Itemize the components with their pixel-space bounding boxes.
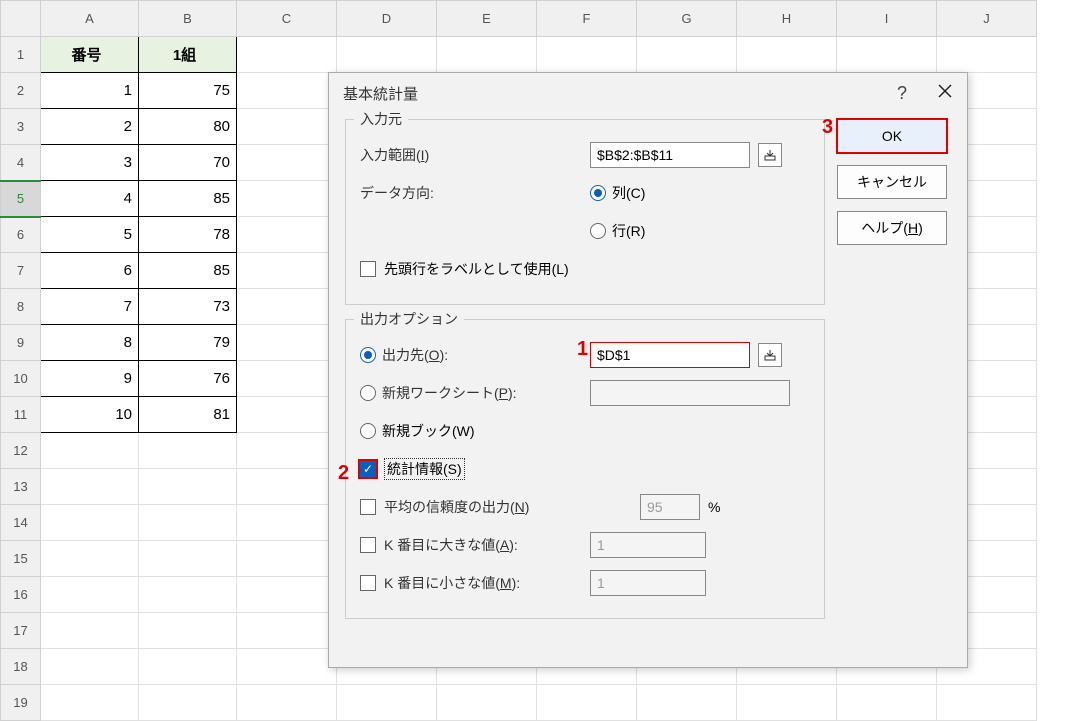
cell-B1[interactable]: 1組 — [139, 37, 237, 73]
dialog-titlebar[interactable]: 基本統計量 ? — [329, 73, 967, 113]
annotation-3: 3 — [822, 116, 833, 139]
row-header[interactable]: 12 — [1, 433, 41, 469]
ok-button[interactable]: OK — [837, 119, 947, 153]
checkbox-kth-smallest[interactable]: K 番目に小さな値(M): — [360, 573, 590, 593]
row-header[interactable]: 19 — [1, 685, 41, 721]
cancel-button[interactable]: キャンセル — [837, 165, 947, 199]
row-header[interactable]: 6 — [1, 217, 41, 253]
checkbox-labels-first-row[interactable]: 先頭行をラベルとして使用(L) — [360, 259, 569, 279]
radio-icon — [360, 385, 376, 401]
row-header[interactable]: 17 — [1, 613, 41, 649]
cell[interactable]: 79 — [139, 325, 237, 361]
checkbox-icon — [360, 261, 376, 277]
dialog-title: 基本統計量 — [343, 83, 897, 104]
checkbox-icon — [360, 499, 376, 515]
radio-new-workbook[interactable]: 新規ブック(W) — [360, 421, 475, 441]
col-header-G[interactable]: G — [637, 1, 737, 37]
annotation-2: 2 — [338, 462, 349, 485]
cell[interactable]: 3 — [41, 145, 139, 181]
cell[interactable]: 85 — [139, 181, 237, 217]
output-destination-field[interactable] — [590, 342, 750, 368]
help-icon[interactable]: ? — [897, 83, 907, 104]
radio-new-worksheet[interactable]: 新規ワークシート(P): — [360, 383, 590, 403]
input-range-label: 入力範囲(I) — [360, 145, 590, 165]
close-icon[interactable] — [937, 83, 953, 104]
row-header[interactable]: 14 — [1, 505, 41, 541]
collapse-range-icon[interactable] — [758, 343, 782, 367]
row-header[interactable]: 16 — [1, 577, 41, 613]
cell[interactable]: 70 — [139, 145, 237, 181]
cell[interactable]: 1 — [41, 73, 139, 109]
radio-icon — [360, 347, 376, 363]
cell[interactable]: 6 — [41, 253, 139, 289]
cell[interactable]: 8 — [41, 325, 139, 361]
row-header[interactable]: 4 — [1, 145, 41, 181]
radio-icon — [590, 185, 606, 201]
col-header-I[interactable]: I — [837, 1, 937, 37]
col-header-B[interactable]: B — [139, 1, 237, 37]
radio-output-destination[interactable]: 出力先(O): — [360, 345, 590, 365]
data-direction-label: データ方向: — [360, 183, 590, 203]
col-header-E[interactable]: E — [437, 1, 537, 37]
row-header[interactable]: 9 — [1, 325, 41, 361]
kth-largest-field[interactable] — [590, 532, 706, 558]
input-group: 入力元 入力範囲(I) データ方向: 列(C) 行(R) 先頭行をラベルとして使… — [345, 119, 825, 305]
radio-rows[interactable]: 行(R) — [590, 221, 645, 241]
col-header-H[interactable]: H — [737, 1, 837, 37]
row-header[interactable]: 10 — [1, 361, 41, 397]
cell[interactable]: 78 — [139, 217, 237, 253]
row-header[interactable]: 3 — [1, 109, 41, 145]
cell[interactable]: 2 — [41, 109, 139, 145]
checkbox-icon — [360, 461, 376, 477]
radio-icon — [360, 423, 376, 439]
row-header[interactable]: 7 — [1, 253, 41, 289]
corner-cell[interactable] — [1, 1, 41, 37]
col-header-F[interactable]: F — [537, 1, 637, 37]
cell[interactable]: 73 — [139, 289, 237, 325]
radio-icon — [590, 223, 606, 239]
cell[interactable]: 10 — [41, 397, 139, 433]
confidence-level-field[interactable] — [640, 494, 700, 520]
collapse-range-icon[interactable] — [758, 143, 782, 167]
checkbox-summary-statistics[interactable]: 統計情報(S) — [360, 458, 465, 480]
checkbox-confidence-level[interactable]: 平均の信頼度の出力(N) — [360, 497, 640, 517]
cell[interactable]: 80 — [139, 109, 237, 145]
cell[interactable]: 75 — [139, 73, 237, 109]
radio-columns[interactable]: 列(C) — [590, 183, 645, 203]
col-header-D[interactable]: D — [337, 1, 437, 37]
row-header[interactable]: 2 — [1, 73, 41, 109]
new-worksheet-name-field[interactable] — [590, 380, 790, 406]
cell[interactable]: 9 — [41, 361, 139, 397]
output-group: 出力オプション 出力先(O): 新規ワークシート(P): 新規ブック(W) 統計… — [345, 319, 825, 619]
cell[interactable]: 7 — [41, 289, 139, 325]
cell[interactable]: 81 — [139, 397, 237, 433]
input-range-field[interactable] — [590, 142, 750, 168]
cell[interactable]: 5 — [41, 217, 139, 253]
row-header[interactable]: 11 — [1, 397, 41, 433]
percent-label: % — [708, 499, 720, 515]
help-button[interactable]: ヘルプ(H) — [837, 211, 947, 245]
row-header[interactable]: 1 — [1, 37, 41, 73]
col-header-J[interactable]: J — [937, 1, 1037, 37]
row-header[interactable]: 13 — [1, 469, 41, 505]
cell[interactable]: 85 — [139, 253, 237, 289]
checkbox-kth-largest[interactable]: K 番目に大きな値(A): — [360, 535, 590, 555]
col-header-A[interactable]: A — [41, 1, 139, 37]
col-header-C[interactable]: C — [237, 1, 337, 37]
cell-A1[interactable]: 番号 — [41, 37, 139, 73]
row-header[interactable]: 18 — [1, 649, 41, 685]
kth-smallest-field[interactable] — [590, 570, 706, 596]
descriptive-statistics-dialog: 基本統計量 ? 入力元 入力範囲(I) データ方向: 列(C) — [328, 72, 968, 668]
cell[interactable]: 4 — [41, 181, 139, 217]
annotation-1: 1 — [577, 338, 588, 361]
checkbox-icon — [360, 537, 376, 553]
row-header[interactable]: 5 — [1, 181, 41, 217]
cell[interactable]: 76 — [139, 361, 237, 397]
input-group-title: 入力元 — [354, 109, 408, 129]
row-header[interactable]: 15 — [1, 541, 41, 577]
row-header[interactable]: 8 — [1, 289, 41, 325]
checkbox-icon — [360, 575, 376, 591]
output-group-title: 出力オプション — [354, 309, 464, 329]
